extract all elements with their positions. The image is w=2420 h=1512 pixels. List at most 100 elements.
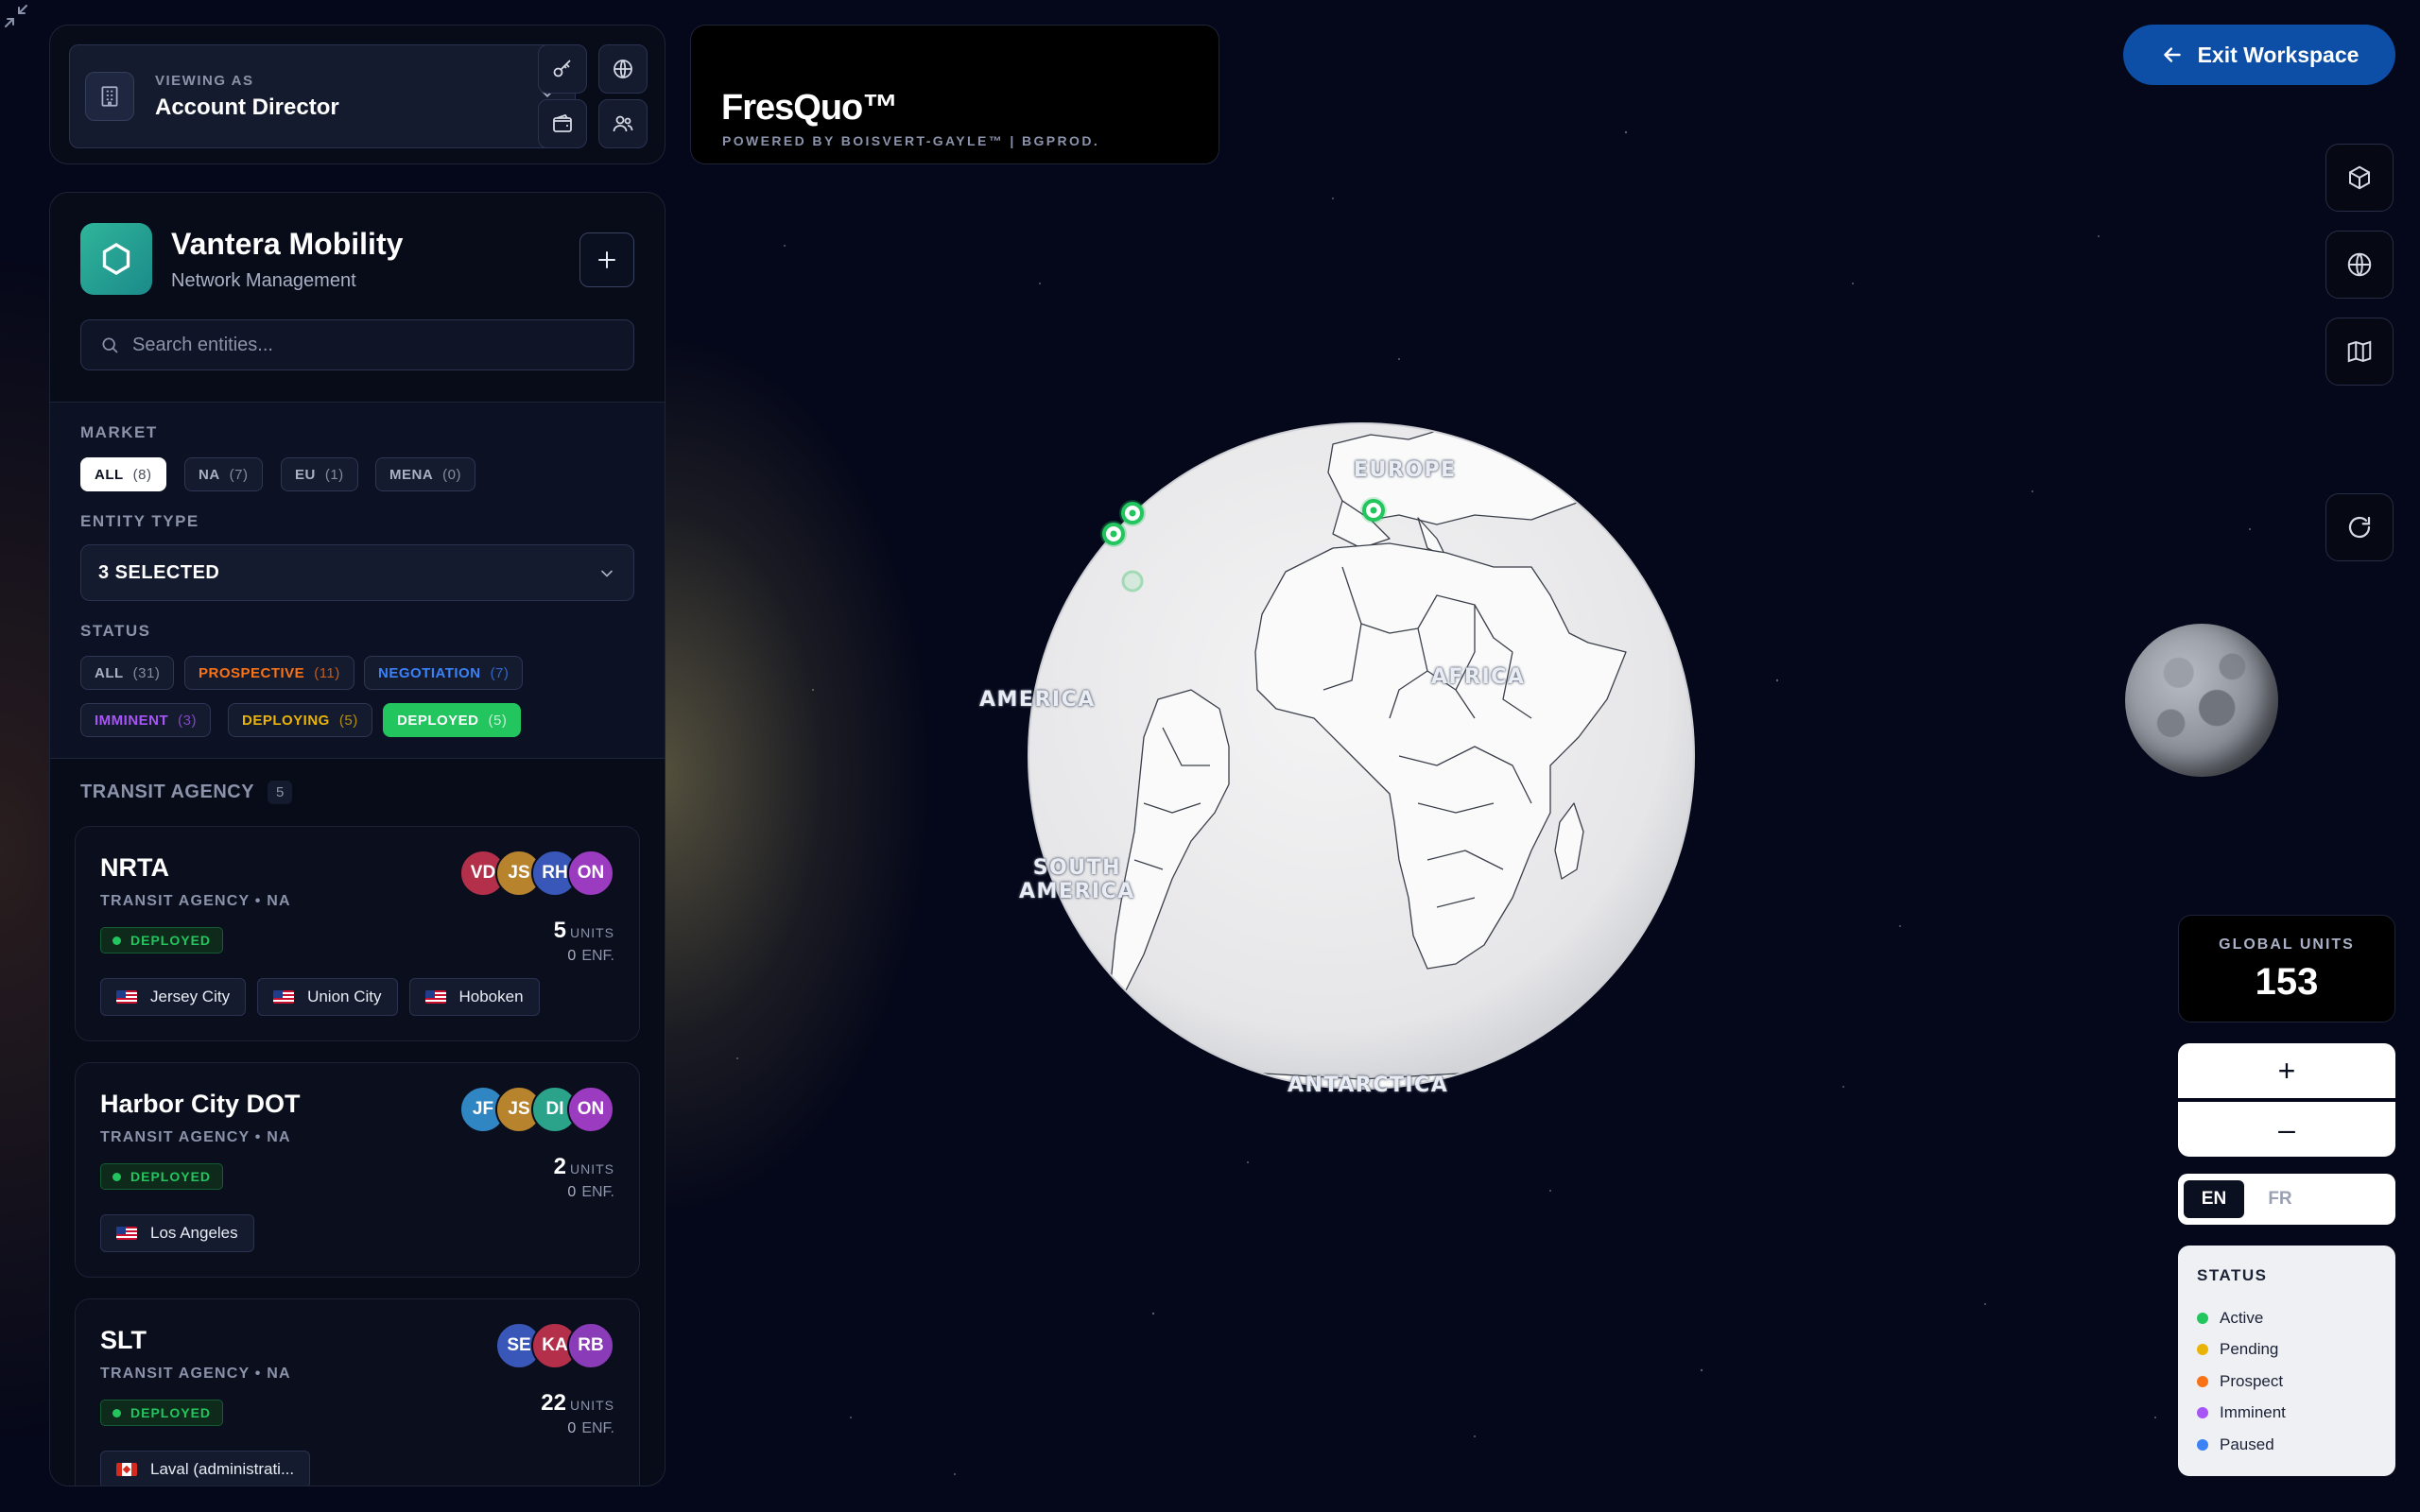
search-box [80,319,634,370]
chip-count: (7) [490,664,510,681]
viewing-as-select[interactable]: VIEWING AS Account Director [69,44,576,148]
globe-map[interactable]: EUROPE AFRICA AMERICA SOUTH AMERICA ANTA… [945,406,1758,1134]
legend-label: Prospect [2220,1371,2284,1390]
chip-label: DEPLOYING [242,712,330,729]
globe-view-button[interactable] [2325,231,2394,299]
continent-label-line: AMERICA [1019,880,1135,903]
chip-label: EU [295,466,316,483]
legend-item: Imminent [2197,1398,2377,1430]
add-entity-button[interactable] [579,232,634,287]
brand-name: FresQuo™ [721,88,898,128]
users-button[interactable] [598,99,648,148]
entity-card[interactable]: Harbor City DOT TRANSIT AGENCY • NA DEPL… [75,1062,640,1278]
location-name: Union City [307,988,382,1005]
units-value: 22 [541,1390,566,1416]
status-chip-prospective[interactable]: PROSPECTIVE (11) [184,656,354,690]
status-badge-label: DEPLOYED [130,1169,212,1184]
entity-type-value: 3 SELECTED [98,561,220,583]
chip-count: (7) [229,466,249,483]
exit-workspace-button[interactable]: Exit Workspace [2123,25,2395,85]
wallet-button[interactable] [538,99,587,148]
market-chip-mena[interactable]: MENA (0) [375,457,476,491]
chip-label: DEPLOYED [397,712,479,729]
market-chip-all[interactable]: ALL (8) [80,457,166,491]
chip-count: (8) [132,466,152,483]
key-icon [553,60,571,77]
zoom-out-button[interactable]: – [2178,1102,2395,1157]
group-count: 5 [268,781,293,804]
status-chip-deployed[interactable]: DEPLOYED (5) [383,703,522,737]
continent-label-africa: AFRICA [1431,665,1526,689]
viewing-as-value: Account Director [155,94,339,120]
search-input[interactable] [132,334,605,356]
legend-item: Prospect [2197,1366,2377,1398]
entity-card[interactable]: SLT TRANSIT AGENCY • NA DEPLOYED SE KA R… [75,1298,640,1486]
view-3d-button[interactable] [2325,144,2394,212]
entity-type-select[interactable]: 3 SELECTED [80,544,634,601]
status-legend: STATUS Active Pending Prospect Imminent … [2178,1246,2395,1476]
enf-label: ENF. [581,948,614,964]
group-title: TRANSIT AGENCY [80,782,255,802]
refresh-button[interactable] [2325,493,2394,561]
status-dot [2197,1375,2208,1387]
canada-flag-icon [116,1463,137,1476]
status-chip-all[interactable]: ALL (31) [80,656,175,690]
status-dot [112,1408,121,1418]
users-icon [613,115,633,132]
location-chip[interactable]: Union City [257,978,398,1016]
entity-meta: TRANSIT AGENCY • NA [100,1129,291,1145]
lang-en-button[interactable]: EN [2184,1180,2244,1218]
location-chip[interactable]: Laval (administrati... [100,1451,311,1486]
avatar[interactable]: RB [567,1322,614,1369]
map-view-button[interactable] [2325,318,2394,386]
arrow-left-icon [2163,47,2181,62]
collapse-icon[interactable] [2,2,30,30]
zoom-in-button[interactable]: + [2178,1043,2395,1098]
location-chip[interactable]: Jersey City [100,978,247,1016]
legend-label: Imminent [2220,1403,2286,1422]
status-badge: DEPLOYED [100,1400,224,1426]
status-chip-imminent[interactable]: IMMINENT (3) [80,703,212,737]
market-chip-na[interactable]: NA (7) [184,457,263,491]
chevron-down-icon [601,570,613,577]
location-chip[interactable]: Hoboken [408,978,540,1016]
status-badge: DEPLOYED [100,1163,224,1190]
status-chip-deploying[interactable]: DEPLOYING (5) [228,703,372,737]
building-icon [85,72,134,121]
avatar[interactable]: ON [567,850,614,897]
chip-label: MENA [389,466,434,483]
plus-icon [598,251,615,268]
legend-label: Paused [2220,1435,2274,1453]
units-count: 2 UNITS [554,1154,614,1180]
deployment-marker[interactable] [1121,570,1144,593]
chip-label: IMMINENT [95,712,169,729]
globe-icon [2347,252,2372,277]
language-toggle: EN FR [2178,1174,2395,1225]
avatar-group: VD JS RH ON [459,850,614,897]
key-button[interactable] [538,44,587,94]
us-flag-icon [116,1227,137,1240]
market-chip-eu[interactable]: EU (1) [281,457,358,491]
location-list: Los Angeles [100,1214,254,1252]
brand-subtitle: POWERED BY BOISVERT-GAYLE™ | BGPROD. [722,133,1100,148]
chip-label: NEGOTIATION [378,664,481,681]
avatar[interactable]: ON [567,1086,614,1133]
status-dot [112,936,121,945]
globe-button[interactable] [598,44,648,94]
legend-label: Pending [2220,1340,2279,1359]
units-value: 5 [553,918,566,943]
continent-label-south-america: SOUTH AMERICA [1019,856,1135,903]
lang-fr-button[interactable]: FR [2250,1180,2310,1218]
globe[interactable] [945,406,1758,1134]
market-label: MARKET [80,423,158,441]
map-icon [2347,340,2372,363]
status-dot [2197,1344,2208,1356]
chip-count: (5) [488,712,508,729]
continent-label-america: AMERICA [979,688,1096,712]
status-chip-negotiation[interactable]: NEGOTIATION (7) [364,656,524,690]
location-chip[interactable]: Los Angeles [100,1214,254,1252]
enf-count: 0 ENF. [567,1184,614,1201]
entity-card[interactable]: NRTA TRANSIT AGENCY • NA DEPLOYED VD JS … [75,826,640,1041]
location-list: Laval (administrati... [100,1451,311,1486]
us-flag-icon [424,990,446,1004]
